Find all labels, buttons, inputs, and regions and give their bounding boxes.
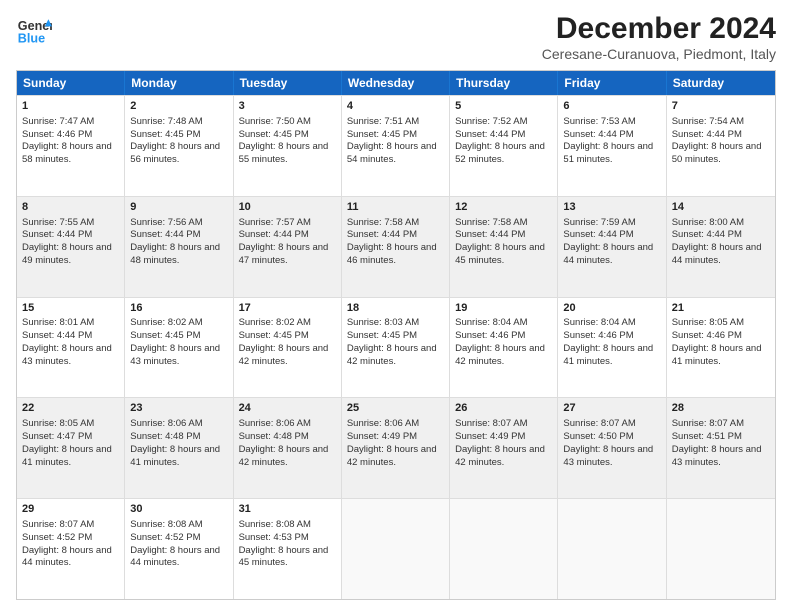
calendar: Sunday Monday Tuesday Wednesday Thursday… bbox=[16, 70, 776, 600]
day-5: 5Sunrise: 7:52 AMSunset: 4:44 PMDaylight… bbox=[450, 96, 558, 196]
header-friday: Friday bbox=[558, 71, 666, 95]
day-26: 26Sunrise: 8:07 AMSunset: 4:49 PMDayligh… bbox=[450, 398, 558, 498]
day-10: 10Sunrise: 7:57 AMSunset: 4:44 PMDayligh… bbox=[234, 197, 342, 297]
day-3: 3Sunrise: 7:50 AMSunset: 4:45 PMDaylight… bbox=[234, 96, 342, 196]
day-17: 17Sunrise: 8:02 AMSunset: 4:45 PMDayligh… bbox=[234, 298, 342, 398]
empty-4 bbox=[667, 499, 775, 599]
day-18: 18Sunrise: 8:03 AMSunset: 4:45 PMDayligh… bbox=[342, 298, 450, 398]
title-block: December 2024 Ceresane-Curanuova, Piedmo… bbox=[542, 12, 776, 62]
day-2: 2Sunrise: 7:48 AMSunset: 4:45 PMDaylight… bbox=[125, 96, 233, 196]
day-27: 27Sunrise: 8:07 AMSunset: 4:50 PMDayligh… bbox=[558, 398, 666, 498]
week-1: 1Sunrise: 7:47 AMSunset: 4:46 PMDaylight… bbox=[17, 95, 775, 196]
logo: General Blue bbox=[16, 12, 52, 48]
day-24: 24Sunrise: 8:06 AMSunset: 4:48 PMDayligh… bbox=[234, 398, 342, 498]
day-22: 22Sunrise: 8:05 AMSunset: 4:47 PMDayligh… bbox=[17, 398, 125, 498]
day-29: 29Sunrise: 8:07 AMSunset: 4:52 PMDayligh… bbox=[17, 499, 125, 599]
empty-3 bbox=[558, 499, 666, 599]
day-11: 11Sunrise: 7:58 AMSunset: 4:44 PMDayligh… bbox=[342, 197, 450, 297]
day-23: 23Sunrise: 8:06 AMSunset: 4:48 PMDayligh… bbox=[125, 398, 233, 498]
day-16: 16Sunrise: 8:02 AMSunset: 4:45 PMDayligh… bbox=[125, 298, 233, 398]
subtitle: Ceresane-Curanuova, Piedmont, Italy bbox=[542, 46, 776, 62]
day-21: 21Sunrise: 8:05 AMSunset: 4:46 PMDayligh… bbox=[667, 298, 775, 398]
header-wednesday: Wednesday bbox=[342, 71, 450, 95]
day-31: 31Sunrise: 8:08 AMSunset: 4:53 PMDayligh… bbox=[234, 499, 342, 599]
header: General Blue December 2024 Ceresane-Cura… bbox=[16, 12, 776, 62]
calendar-header: Sunday Monday Tuesday Wednesday Thursday… bbox=[17, 71, 775, 95]
svg-text:Blue: Blue bbox=[18, 32, 45, 46]
header-monday: Monday bbox=[125, 71, 233, 95]
logo-icon: General Blue bbox=[16, 12, 52, 48]
day-15: 15Sunrise: 8:01 AMSunset: 4:44 PMDayligh… bbox=[17, 298, 125, 398]
main-title: December 2024 bbox=[542, 12, 776, 46]
week-3: 15Sunrise: 8:01 AMSunset: 4:44 PMDayligh… bbox=[17, 297, 775, 398]
header-tuesday: Tuesday bbox=[234, 71, 342, 95]
page: General Blue December 2024 Ceresane-Cura… bbox=[0, 0, 792, 612]
week-5: 29Sunrise: 8:07 AMSunset: 4:52 PMDayligh… bbox=[17, 498, 775, 599]
day-13: 13Sunrise: 7:59 AMSunset: 4:44 PMDayligh… bbox=[558, 197, 666, 297]
day-28: 28Sunrise: 8:07 AMSunset: 4:51 PMDayligh… bbox=[667, 398, 775, 498]
header-saturday: Saturday bbox=[667, 71, 775, 95]
day-7: 7Sunrise: 7:54 AMSunset: 4:44 PMDaylight… bbox=[667, 96, 775, 196]
day-14: 14Sunrise: 8:00 AMSunset: 4:44 PMDayligh… bbox=[667, 197, 775, 297]
day-20: 20Sunrise: 8:04 AMSunset: 4:46 PMDayligh… bbox=[558, 298, 666, 398]
empty-2 bbox=[450, 499, 558, 599]
empty-1 bbox=[342, 499, 450, 599]
calendar-body: 1Sunrise: 7:47 AMSunset: 4:46 PMDaylight… bbox=[17, 95, 775, 599]
day-12: 12Sunrise: 7:58 AMSunset: 4:44 PMDayligh… bbox=[450, 197, 558, 297]
day-30: 30Sunrise: 8:08 AMSunset: 4:52 PMDayligh… bbox=[125, 499, 233, 599]
header-thursday: Thursday bbox=[450, 71, 558, 95]
day-4: 4Sunrise: 7:51 AMSunset: 4:45 PMDaylight… bbox=[342, 96, 450, 196]
week-4: 22Sunrise: 8:05 AMSunset: 4:47 PMDayligh… bbox=[17, 397, 775, 498]
day-6: 6Sunrise: 7:53 AMSunset: 4:44 PMDaylight… bbox=[558, 96, 666, 196]
day-9: 9Sunrise: 7:56 AMSunset: 4:44 PMDaylight… bbox=[125, 197, 233, 297]
day-25: 25Sunrise: 8:06 AMSunset: 4:49 PMDayligh… bbox=[342, 398, 450, 498]
week-2: 8Sunrise: 7:55 AMSunset: 4:44 PMDaylight… bbox=[17, 196, 775, 297]
day-1: 1Sunrise: 7:47 AMSunset: 4:46 PMDaylight… bbox=[17, 96, 125, 196]
header-sunday: Sunday bbox=[17, 71, 125, 95]
day-8: 8Sunrise: 7:55 AMSunset: 4:44 PMDaylight… bbox=[17, 197, 125, 297]
day-19: 19Sunrise: 8:04 AMSunset: 4:46 PMDayligh… bbox=[450, 298, 558, 398]
